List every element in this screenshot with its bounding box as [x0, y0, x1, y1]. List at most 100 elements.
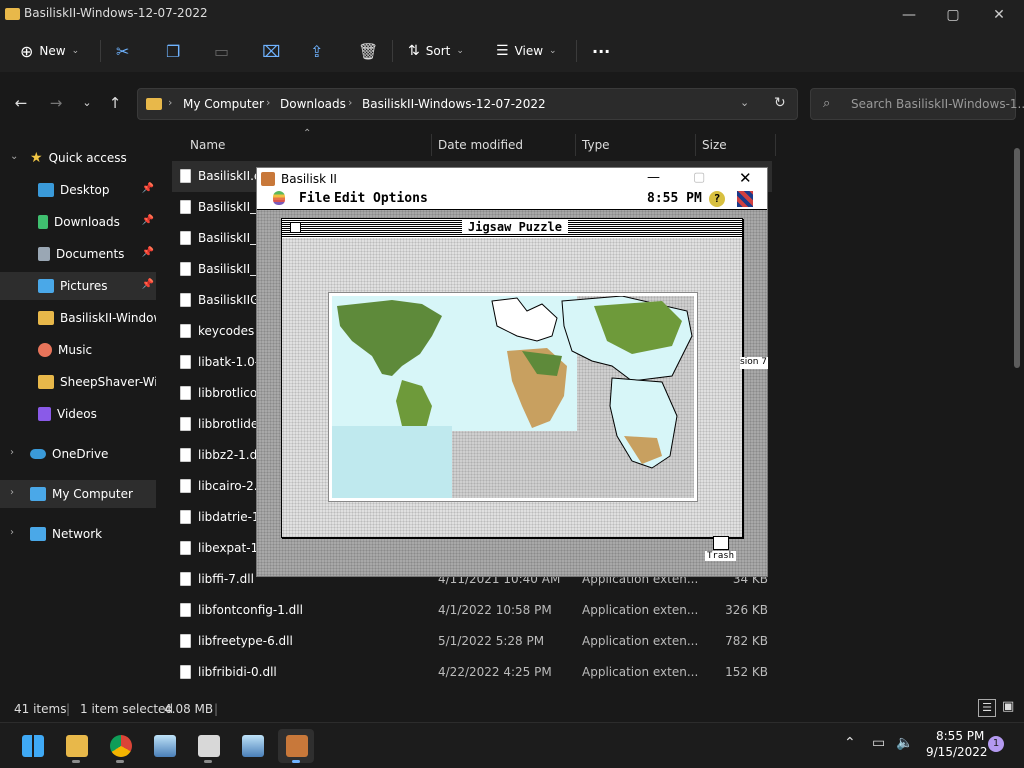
nav-item-basilisk-folder[interactable]: BasiliskII-Windows — [0, 304, 156, 332]
more-label: ··· — [592, 41, 611, 61]
column-header-name[interactable]: Name — [190, 138, 225, 152]
column-divider — [775, 134, 776, 156]
tiles-view-icon[interactable]: ▣ — [1002, 699, 1018, 715]
nav-item-documents[interactable]: Documents 📌 — [0, 240, 156, 268]
puzzle-board[interactable] — [328, 292, 698, 502]
taskbar-date[interactable]: 9/15/2022 — [926, 745, 988, 759]
paste-button[interactable]: ▭ — [214, 38, 229, 64]
column-header-size[interactable]: Size — [702, 138, 727, 152]
maximize-icon[interactable]: ▢ — [930, 0, 976, 30]
column-header-date[interactable]: Date modified — [438, 138, 523, 152]
delete-button[interactable]: 🗑 — [358, 38, 378, 64]
breadcrumb-separator-icon: › — [266, 96, 271, 109]
pin-icon: 📌 — [141, 183, 154, 194]
back-arrow-icon[interactable]: ← — [10, 92, 32, 114]
nav-quick-access[interactable]: ⌄ ★ Quick access — [0, 144, 156, 172]
search-box[interactable]: ⌕ Search BasiliskII-Windows-1... — [810, 88, 1024, 120]
notification-badge[interactable]: 1 — [988, 736, 1004, 752]
jigsaw-title-bar[interactable]: Jigsaw Puzzle — [282, 219, 742, 237]
recent-chevron-icon[interactable]: ⌄ — [76, 92, 98, 114]
apple-icon[interactable] — [273, 191, 285, 205]
running-indicator — [72, 760, 80, 763]
menu-file[interactable]: File — [299, 191, 330, 206]
nav-item-pictures[interactable]: Pictures 📌 — [0, 272, 156, 300]
nav-onedrive[interactable]: › OneDrive — [0, 440, 156, 468]
address-bar[interactable]: › My Computer › Downloads › BasiliskII-W… — [137, 88, 798, 120]
scrollbar[interactable] — [1014, 148, 1020, 368]
folder-icon — [38, 311, 54, 325]
history-dropdown-icon[interactable]: ⌄ — [740, 96, 749, 109]
nav-item-desktop[interactable]: Desktop 📌 — [0, 176, 156, 204]
nav-item-downloads[interactable]: Downloads 📌 — [0, 208, 156, 236]
basilisk-title: Basilisk II — [281, 172, 337, 186]
basilisk-window[interactable]: Basilisk II — ▢ ✕ File Edit Options 8:55… — [256, 167, 768, 577]
sort-button[interactable]: ⇅ Sort ⌄ — [408, 38, 464, 64]
status-divider: | — [66, 702, 71, 716]
file-name: libffi-7.dll — [198, 572, 254, 586]
taskbar-basilisk[interactable] — [278, 729, 314, 763]
display-icon[interactable]: ▭ — [872, 735, 885, 751]
taskbar-app-mac[interactable] — [190, 729, 226, 763]
minimize-icon[interactable]: — — [647, 170, 660, 185]
file-name: libbz2-1.dll — [198, 448, 264, 462]
nav-my-computer[interactable]: › My Computer — [0, 480, 156, 508]
search-input[interactable]: Search BasiliskII-Windows-1... — [851, 97, 1024, 111]
forward-arrow-icon[interactable]: → — [45, 92, 67, 114]
nav-label: Music — [58, 343, 93, 357]
application-menu-icon[interactable] — [737, 191, 753, 207]
maximize-icon[interactable]: ▢ — [693, 170, 705, 185]
copy-button[interactable]: ❐ — [166, 38, 180, 64]
more-button[interactable]: ··· — [592, 38, 610, 64]
file-row[interactable]: libfribidi-0.dll 4/22/2022 4:25 PM Applica… — [172, 657, 772, 688]
nav-item-music[interactable]: Music — [0, 336, 156, 364]
running-indicator — [204, 760, 212, 763]
up-arrow-icon[interactable]: ↑ — [104, 92, 126, 114]
trash-can[interactable]: Trash — [705, 536, 737, 564]
nav-item-sheepshaver-folder[interactable]: SheepShaver-Wind — [0, 368, 156, 396]
jigsaw-content — [282, 238, 742, 537]
help-balloon-icon[interactable]: ? — [709, 191, 725, 207]
menu-options[interactable]: Options — [373, 191, 428, 206]
file-date: 5/1/2022 5:28 PM — [438, 634, 545, 648]
file-name: libbrotlicor — [198, 386, 263, 400]
file-row[interactable]: libfontconfig-1.dll 4/1/2022 10:58 PM Appl… — [172, 595, 772, 626]
share-button[interactable]: ⇪ — [310, 38, 323, 64]
jigsaw-puzzle-window[interactable]: Jigsaw Puzzle — [281, 218, 743, 538]
chevron-up-icon[interactable]: ⌃ — [844, 735, 856, 751]
details-view-icon[interactable]: ☰ — [978, 699, 996, 717]
taskbar-file-explorer[interactable] — [58, 729, 94, 763]
cut-button[interactable]: ✂ — [116, 38, 129, 64]
rename-button[interactable]: ⌧ — [262, 38, 280, 64]
menu-edit[interactable]: Edit — [334, 191, 365, 206]
column-header-type[interactable]: Type — [582, 138, 610, 152]
nav-network[interactable]: › Network — [0, 520, 156, 548]
volume-icon[interactable]: 🔈 — [896, 735, 913, 751]
nav-item-videos[interactable]: Videos — [0, 400, 156, 428]
file-date: 4/22/2022 4:25 PM — [438, 665, 552, 679]
title-bar: BasiliskII-Windows-12-07-2022 — ▢ ✕ — [0, 0, 1024, 30]
basilisk-title-bar[interactable]: Basilisk II — ▢ ✕ — [257, 168, 767, 190]
taskbar-app-photos-2[interactable] — [234, 729, 270, 763]
mac-close-box-icon[interactable] — [290, 222, 301, 233]
nav-label: Downloads — [54, 215, 120, 229]
breadcrumb-downloads[interactable]: Downloads — [280, 97, 346, 111]
selected-count: 1 item selected — [80, 702, 174, 716]
start-button[interactable] — [14, 729, 50, 763]
view-button[interactable]: ☰ View ⌄ — [496, 38, 557, 64]
command-bar: ⊕ New ⌄ ✂ ❐ ▭ ⌧ ⇪ 🗑 ⇅ Sort ⌄ ☰ View ⌄ ··… — [0, 30, 1024, 72]
taskbar-chrome[interactable] — [102, 729, 138, 763]
taskbar-time[interactable]: 8:55 PM — [936, 729, 984, 743]
breadcrumb-current-folder[interactable]: BasiliskII-Windows-12-07-2022 — [362, 97, 546, 111]
close-icon[interactable]: ✕ — [976, 0, 1022, 30]
file-row[interactable]: libfreetype-6.dll 5/1/2022 5:28 PM Applica… — [172, 626, 772, 657]
file-icon — [180, 324, 191, 338]
basilisk-app-icon — [261, 172, 275, 186]
close-icon[interactable]: ✕ — [739, 169, 752, 187]
taskbar-app-photos[interactable] — [146, 729, 182, 763]
world-map-pieces[interactable] — [332, 295, 694, 498]
new-button[interactable]: ⊕ New ⌄ — [20, 38, 79, 64]
refresh-icon[interactable]: ↻ — [774, 95, 786, 111]
minimize-icon[interactable]: — — [886, 0, 932, 30]
breadcrumb-my-computer[interactable]: My Computer — [183, 97, 264, 111]
file-icon — [180, 386, 191, 400]
